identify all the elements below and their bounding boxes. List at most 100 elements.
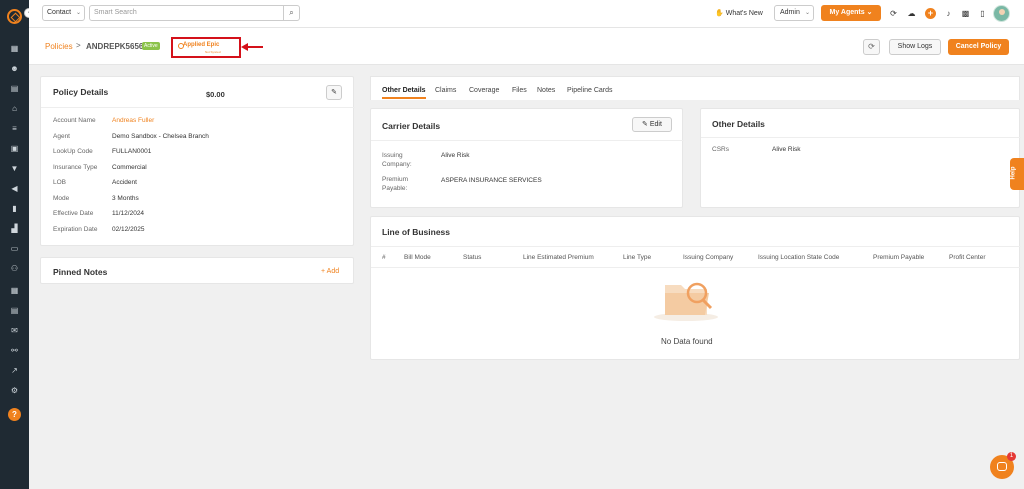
- breadcrumb-policies[interactable]: Policies: [45, 42, 73, 51]
- team-icon[interactable]: ⚇: [10, 265, 19, 273]
- applied-epic-integration[interactable]: Applied Epic Not Synced: [171, 37, 241, 58]
- policy-details-title: Policy Details: [53, 87, 109, 97]
- column-header[interactable]: Status: [463, 254, 481, 261]
- divider: [371, 267, 1021, 268]
- add-icon[interactable]: +: [925, 8, 936, 19]
- my-agents-button[interactable]: My Agents ⌄: [821, 5, 881, 21]
- contacts-icon[interactable]: ☻: [10, 65, 19, 73]
- help-circle-icon[interactable]: ?: [8, 408, 21, 421]
- tab-bar: Other Details Claims Coverage Files Note…: [370, 76, 1020, 100]
- line-of-business-card: Line of Business # Bill Mode Status Line…: [370, 216, 1021, 360]
- whats-new-label: What's New: [725, 10, 763, 17]
- csrs-label: CSRs: [712, 146, 729, 153]
- carrier-details-title: Carrier Details: [382, 121, 441, 131]
- contact-type-value: Contact: [47, 9, 72, 16]
- bell-icon[interactable]: ♪: [944, 9, 953, 18]
- field-label: Effective Date: [53, 210, 94, 217]
- field-value: Commercial: [112, 163, 147, 171]
- show-logs-button[interactable]: Show Logs: [889, 39, 941, 55]
- field-value: FULLAN0001: [112, 148, 152, 155]
- chip-icon[interactable]: ▩: [961, 9, 970, 18]
- help-tab[interactable]: Help: [1010, 158, 1024, 190]
- smart-search-input[interactable]: Smart Search: [89, 5, 284, 21]
- folder-icon[interactable]: ▭: [10, 245, 19, 253]
- other-details-card: Other Details CSRs Alive Risk: [700, 108, 1021, 208]
- column-header[interactable]: Issuing Location State Code: [758, 254, 839, 261]
- edit-carrier-button[interactable]: ✎ Edit: [632, 117, 672, 132]
- dashboard-icon[interactable]: ▦: [10, 45, 19, 53]
- divider: [371, 140, 684, 141]
- tab-notes[interactable]: Notes: [537, 87, 555, 94]
- tab-pipeline-cards[interactable]: Pipeline Cards: [567, 87, 613, 94]
- role-value: Admin: [780, 9, 800, 16]
- field-label: Agent: [53, 132, 70, 140]
- field-label: Account Name: [53, 117, 96, 124]
- policy-id: ANDREPK5656: [86, 42, 144, 51]
- calculator-icon[interactable]: ▦: [10, 287, 19, 295]
- divider: [371, 246, 1021, 247]
- clipboard-icon[interactable]: ▯: [978, 9, 987, 18]
- policy-amount: $0.00: [206, 90, 225, 99]
- mail-icon[interactable]: ✉: [10, 327, 19, 335]
- column-header[interactable]: #: [382, 254, 386, 261]
- column-header[interactable]: Profit Center: [949, 254, 986, 261]
- document-icon[interactable]: ▮: [10, 205, 19, 213]
- annotation-arrow-head: [241, 43, 248, 51]
- app-logo[interactable]: [7, 9, 22, 24]
- premium-payable-label-2: Payable:: [382, 185, 408, 192]
- column-header[interactable]: Bill Mode: [404, 254, 431, 261]
- account-name-link[interactable]: Andreas Fuller: [112, 117, 154, 124]
- cloud-icon[interactable]: ☁: [907, 9, 916, 18]
- issuing-company-label-1: Issuing: [382, 152, 403, 159]
- column-header[interactable]: Premium Payable: [873, 254, 924, 261]
- add-note-button[interactable]: + Add: [321, 268, 339, 275]
- megaphone-icon[interactable]: ◀: [10, 185, 19, 193]
- premium-payable-value: ASPERA INSURANCE SERVICES: [441, 177, 542, 184]
- pinned-notes-title: Pinned Notes: [53, 267, 108, 277]
- column-header[interactable]: Issuing Company: [683, 254, 733, 261]
- contact-type-select[interactable]: Contact ⌄: [42, 5, 85, 21]
- whats-new-link[interactable]: ✋ What's New: [715, 9, 763, 17]
- filter-icon[interactable]: ▼: [10, 165, 19, 173]
- refresh-button[interactable]: ⟳: [863, 39, 880, 55]
- gear-icon[interactable]: ⚙: [10, 387, 19, 395]
- user-avatar[interactable]: [993, 5, 1010, 22]
- chat-icon: [997, 462, 1007, 471]
- page-header: Policies > ANDREPK5656 Active Applied Ep…: [29, 28, 1024, 65]
- bar-chart-icon[interactable]: ▟: [10, 225, 19, 233]
- tab-coverage[interactable]: Coverage: [469, 87, 499, 94]
- epic-logo-icon: [178, 43, 184, 49]
- field-value: 3 Months: [112, 194, 139, 202]
- chat-widget-button[interactable]: 1: [990, 452, 1016, 479]
- role-select[interactable]: Admin ⌄: [774, 5, 814, 21]
- pinned-notes-card: Pinned Notes + Add: [40, 257, 354, 284]
- my-agents-label: My Agents: [829, 9, 865, 16]
- carriers-icon[interactable]: ⌂: [10, 105, 19, 113]
- list-icon[interactable]: ≡: [10, 125, 19, 133]
- calendar-icon[interactable]: ▤: [10, 307, 19, 315]
- tab-files[interactable]: Files: [512, 87, 527, 94]
- tab-other-details[interactable]: Other Details: [382, 87, 426, 99]
- line-chart-icon[interactable]: ↗: [10, 367, 19, 375]
- field-label: LOB: [53, 179, 67, 186]
- cancel-policy-button[interactable]: Cancel Policy: [948, 39, 1009, 55]
- breadcrumb-separator: >: [76, 41, 81, 50]
- id-card-icon[interactable]: ▣: [10, 145, 19, 153]
- sync-icon[interactable]: ⟳: [889, 9, 898, 18]
- pencil-icon: ✎: [642, 121, 648, 128]
- field-label: LookUp Code: [53, 148, 93, 155]
- divider: [701, 137, 1021, 138]
- tab-claims[interactable]: Claims: [435, 87, 456, 94]
- field-value: 02/12/2025: [112, 225, 145, 233]
- handshake-icon[interactable]: ⚯: [10, 347, 19, 355]
- applied-epic-label: Applied Epic: [183, 42, 220, 48]
- policies-icon[interactable]: ▤: [10, 85, 19, 93]
- column-header[interactable]: Line Type: [623, 254, 651, 261]
- field-label: Expiration Date: [53, 225, 98, 233]
- edit-policy-button[interactable]: ✎: [326, 85, 342, 100]
- pencil-icon: ✎: [331, 89, 337, 96]
- chevron-down-icon: ⌄: [75, 10, 81, 16]
- sidebar: ▦ ☻ ▤ ⌂ ≡ ▣ ▼ ◀ ▮ ▟ ▭ ⚇ ▦ ▤ ✉ ⚯ ↗ ⚙ ?: [0, 0, 29, 489]
- column-header[interactable]: Line Estimated Premium: [523, 254, 594, 261]
- search-icon[interactable]: ⌕: [283, 5, 300, 21]
